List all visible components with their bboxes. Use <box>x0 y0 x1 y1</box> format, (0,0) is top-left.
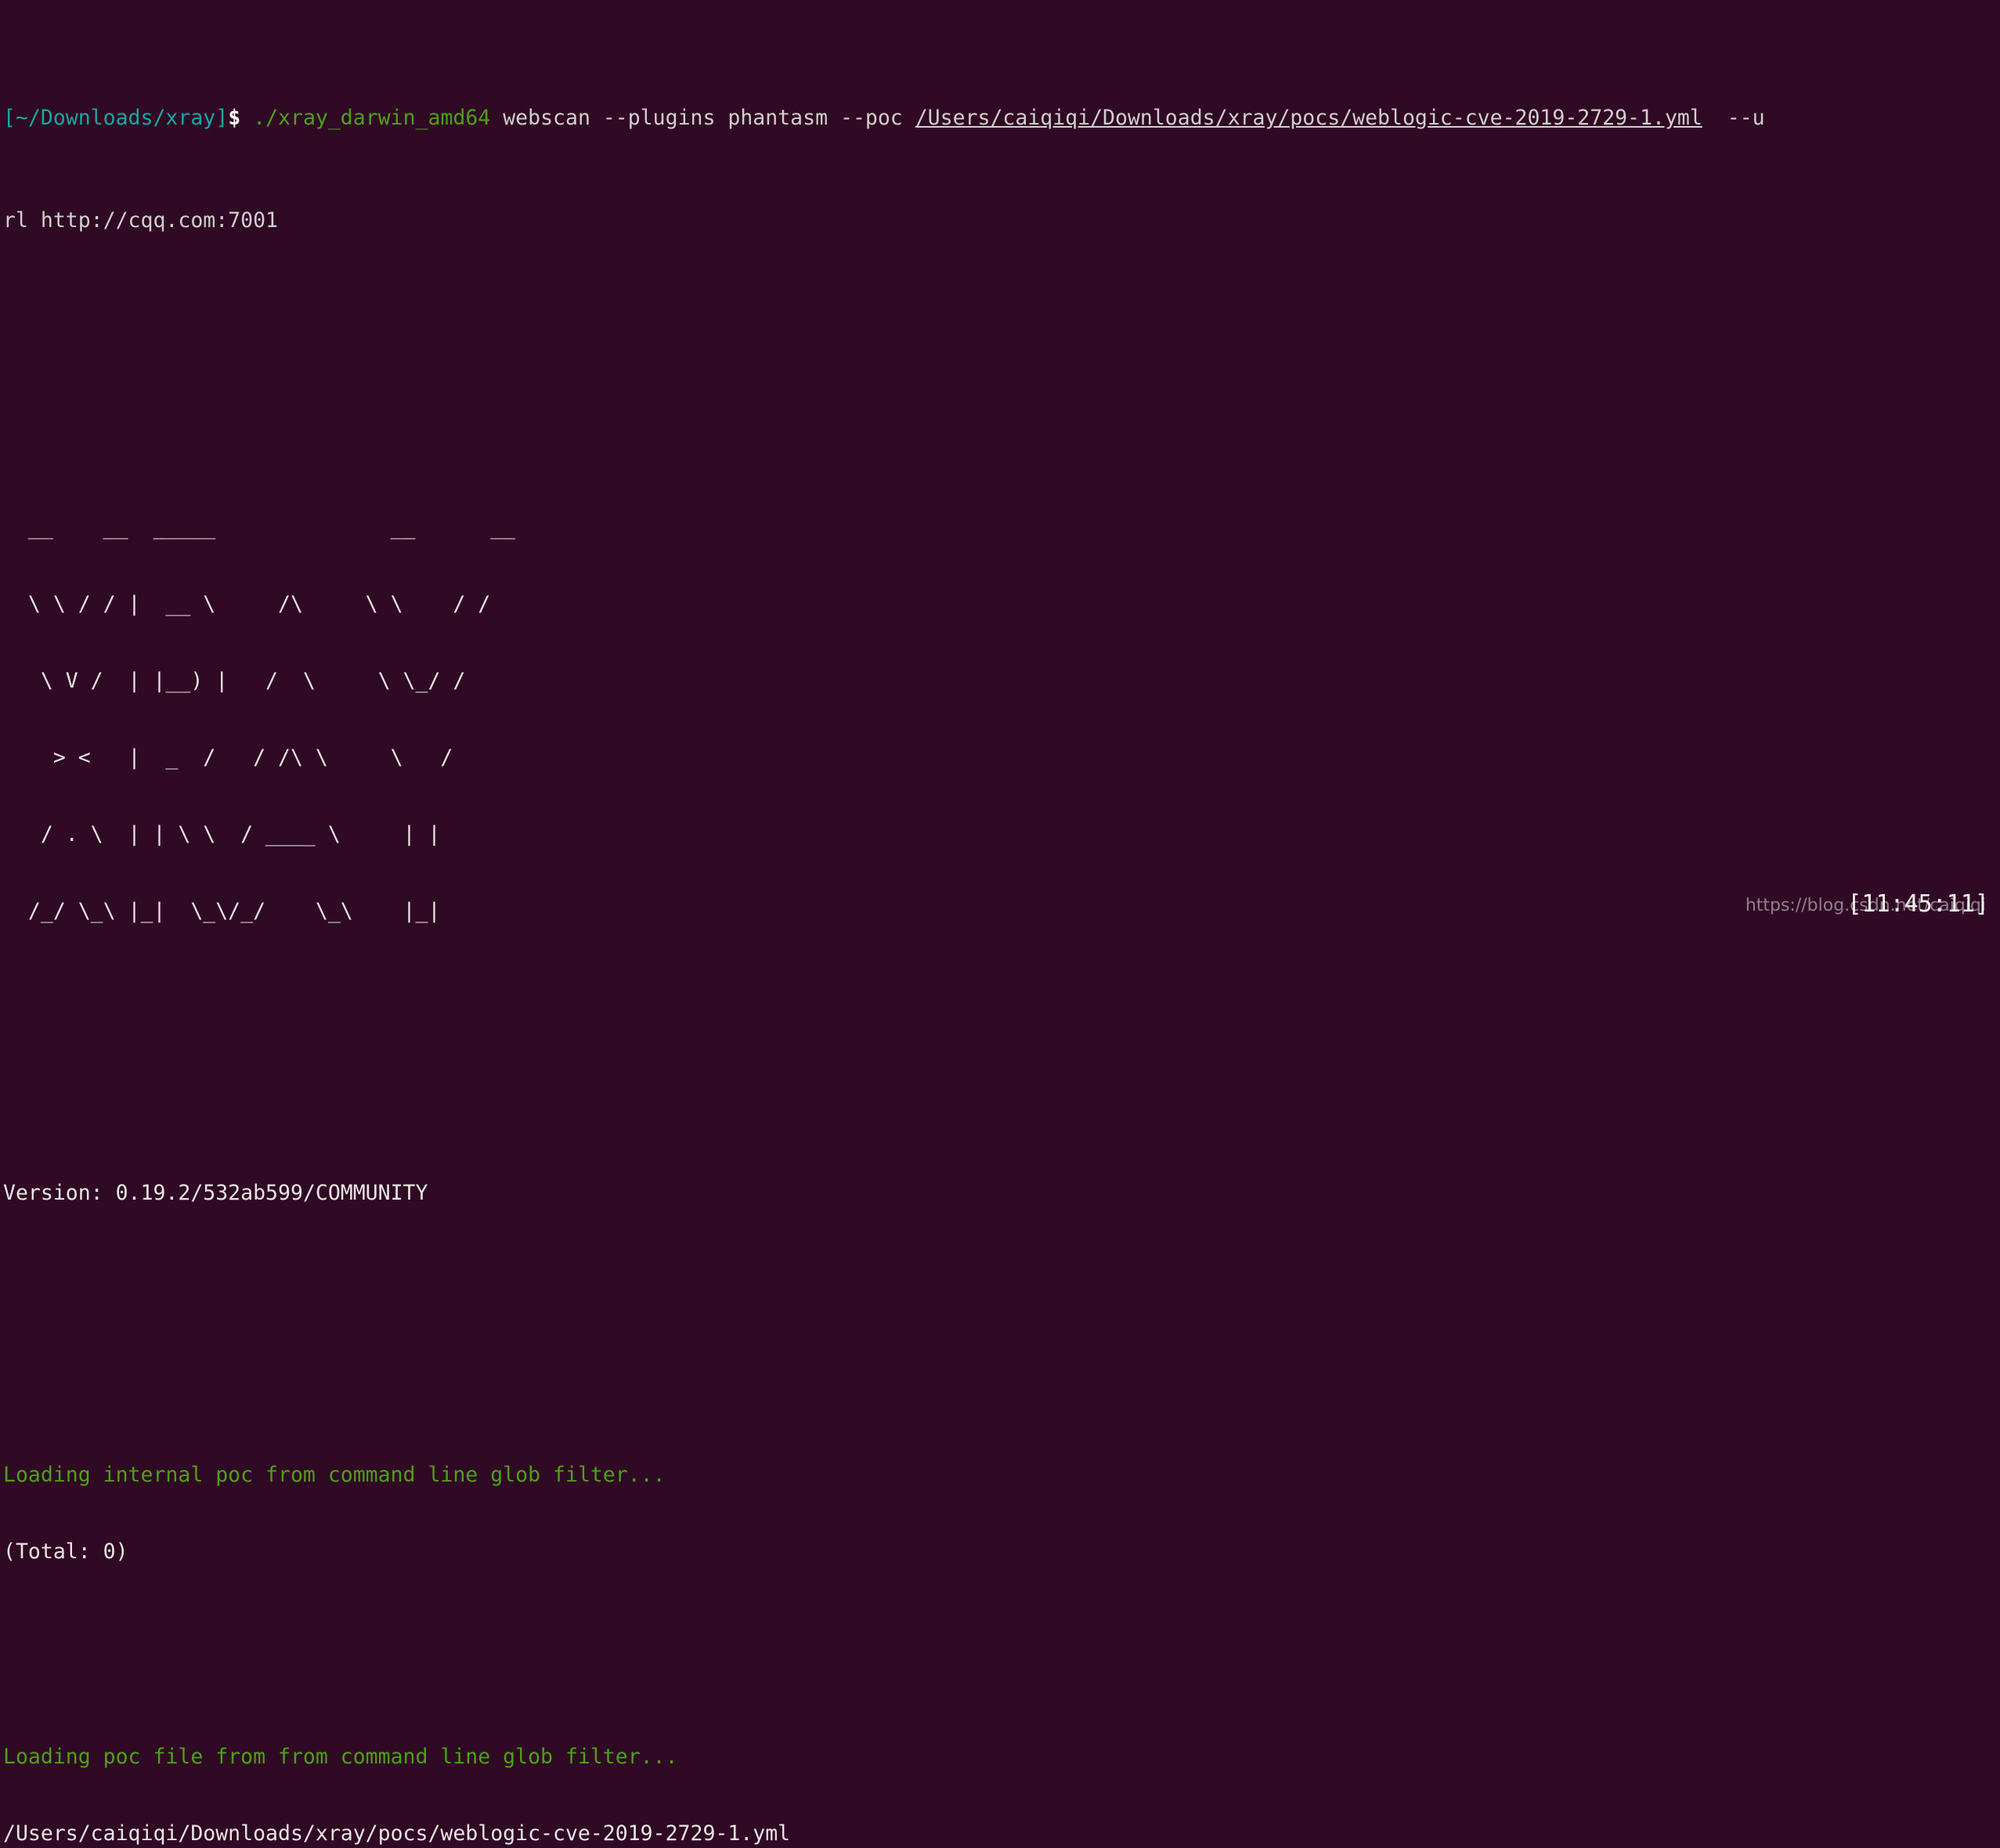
command-wrapped-tail: rl http://cqq.com:7001 <box>3 208 278 233</box>
version-line: Version: 0.19.2/532ab599/COMMUNITY <box>3 1181 428 1206</box>
log-poc-file-path: /Users/caiqiqi/Downloads/xray/pocs/weblo… <box>3 1821 791 1846</box>
banner-ascii-row-0: __ __ _____ __ __ <box>3 515 516 540</box>
command-space <box>240 106 253 130</box>
blank-row-5 <box>3 1283 1765 1309</box>
log-loading-poc-file: Loading poc file from from command line … <box>3 1744 678 1769</box>
command-line-row-2: rl http://cqq.com:7001 <box>3 208 1765 234</box>
command-args-pre: webscan --plugins phantasm --poc <box>490 105 915 130</box>
prompt-dollar-sign: $ <box>228 105 241 130</box>
blank-row-1 <box>3 310 1765 336</box>
blank-row-3 <box>3 1002 1765 1027</box>
command-args-post-head: --u <box>1702 105 1765 130</box>
banner-ascii-row-4: / . \ | | \ \ / ____ \ | | <box>3 822 441 847</box>
log-loading-internal-poc: Loading internal poc from command line g… <box>3 1462 666 1487</box>
blank-row-4 <box>3 1078 1765 1104</box>
command-binary: ./xray_darwin_amd64 <box>253 105 491 130</box>
csdn-watermark: https://blog.csdn.net/caiqiqi <box>1745 896 1986 915</box>
banner-ascii-row-2: \ V / | |__) | / \ \ \_/ / <box>3 669 466 694</box>
banner-ascii-row-5: /_/ \_\ |_| \_\/_/ \_\ |_| <box>3 899 441 924</box>
terminal-screen: [~/Downloads/xray]$ ./xray_darwin_amd64 … <box>0 0 1765 1848</box>
banner-ascii-row-3: > < | _ / / /\ \ \ / <box>3 745 453 771</box>
blank-row-6 <box>3 1360 1765 1386</box>
blank-row-2 <box>3 388 1765 413</box>
terminal-window[interactable]: [~/Downloads/xray]$ ./xray_darwin_amd64 … <box>0 0 2000 1846</box>
command-line-row-1: [~/Downloads/xray]$ ./xray_darwin_amd64 … <box>3 106 1765 132</box>
command-poc-path: /Users/caiqiqi/Downloads/xray/pocs/weblo… <box>915 105 1702 130</box>
blank-row-7 <box>3 1642 1765 1668</box>
banner-ascii-row-1: \ \ / / | __ \ /\ \ \ / / <box>3 592 491 617</box>
log-internal-poc-total: (Total: 0) <box>3 1539 128 1564</box>
timestamp-badge: [11:45:11] <box>1847 890 1989 918</box>
shell-prompt: [~/Downloads/xray] <box>3 105 229 130</box>
